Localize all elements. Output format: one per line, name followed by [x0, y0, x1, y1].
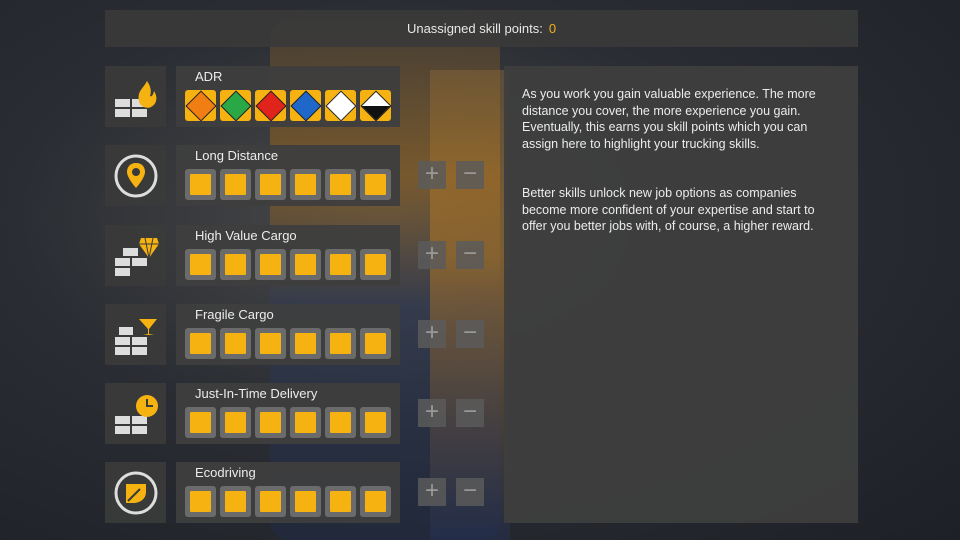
diamond-icon — [105, 225, 166, 286]
skill-level-slot — [220, 249, 251, 280]
minus-button[interactable]: − — [456, 399, 484, 427]
skill-level-slot — [325, 169, 356, 200]
skill-level-slot — [255, 407, 286, 438]
skill-level-slot — [255, 486, 286, 517]
plus-button[interactable]: + — [418, 161, 446, 189]
toxic-icon[interactable] — [324, 89, 357, 122]
skill-title: ADR — [195, 69, 223, 84]
flammable-solid-icon[interactable] — [289, 89, 322, 122]
skill-title: Long Distance — [195, 148, 279, 163]
background-truck-detail — [430, 70, 510, 540]
skill-points-value: 0 — [548, 21, 557, 36]
skill-level-slot — [360, 486, 391, 517]
skill-card-fragile-cargo: Fragile Cargo — [176, 304, 400, 365]
location-pin-icon — [105, 145, 166, 206]
explosives-icon[interactable] — [184, 89, 217, 122]
skill-title: Ecodriving — [195, 465, 256, 480]
skill-level-slot — [290, 328, 321, 359]
skill-level-slot — [290, 407, 321, 438]
skill-level-slot — [325, 328, 356, 359]
plus-button[interactable]: + — [418, 478, 446, 506]
minus-button[interactable]: − — [456, 161, 484, 189]
skill-card-ecodriving: Ecodriving — [176, 462, 400, 523]
skill-level-slot — [185, 486, 216, 517]
corrosive-icon[interactable] — [359, 89, 392, 122]
flammable-liquid-icon[interactable] — [254, 89, 287, 122]
minus-button[interactable]: − — [456, 320, 484, 348]
info-panel: As you work you gain valuable experience… — [504, 66, 858, 523]
plus-button[interactable]: + — [418, 320, 446, 348]
skill-level-slot — [290, 486, 321, 517]
info-paragraph-2: Better skills unlock new job options as … — [522, 186, 815, 233]
skill-card-high-value-cargo: High Value Cargo — [176, 225, 400, 286]
skill-card-long-distance: Long Distance — [176, 145, 400, 206]
skill-level-slot — [185, 169, 216, 200]
skill-level-slot — [325, 407, 356, 438]
glass-icon — [105, 304, 166, 365]
leaf-icon — [105, 462, 166, 523]
skill-level-slot — [220, 169, 251, 200]
skill-level-slot — [360, 169, 391, 200]
skill-level-slot — [325, 486, 356, 517]
skill-level-slot — [255, 328, 286, 359]
skill-level-slot — [220, 328, 251, 359]
skill-title: High Value Cargo — [195, 228, 297, 243]
gas-icon[interactable] — [219, 89, 252, 122]
skill-level-slot — [220, 407, 251, 438]
skill-points-label: Unassigned skill points: — [406, 21, 543, 36]
skill-level-slot — [220, 486, 251, 517]
skill-level-slot — [185, 407, 216, 438]
skill-points-bar: Unassigned skill points: 0 — [105, 10, 858, 47]
plus-button[interactable]: + — [418, 241, 446, 269]
skill-level-slot — [360, 328, 391, 359]
skill-level-slot — [255, 249, 286, 280]
minus-button[interactable]: − — [456, 241, 484, 269]
skill-card-adr: ADR — [176, 66, 400, 127]
skill-title: Fragile Cargo — [195, 307, 274, 322]
skill-level-slot — [255, 169, 286, 200]
skill-level-slot — [290, 249, 321, 280]
skill-level-slot — [290, 169, 321, 200]
skill-level-slot — [185, 249, 216, 280]
info-paragraph-1: As you work you gain valuable experience… — [522, 87, 816, 151]
plus-button[interactable]: + — [418, 399, 446, 427]
skill-level-slot — [360, 407, 391, 438]
skill-level-slot — [360, 249, 391, 280]
skill-level-slot — [325, 249, 356, 280]
skill-level-slot — [185, 328, 216, 359]
skill-card-just-in-time: Just-In-Time Delivery — [176, 383, 400, 444]
clock-icon — [105, 383, 166, 444]
adr-fire-icon — [105, 66, 166, 127]
minus-button[interactable]: − — [456, 478, 484, 506]
skill-title: Just-In-Time Delivery — [195, 386, 318, 401]
